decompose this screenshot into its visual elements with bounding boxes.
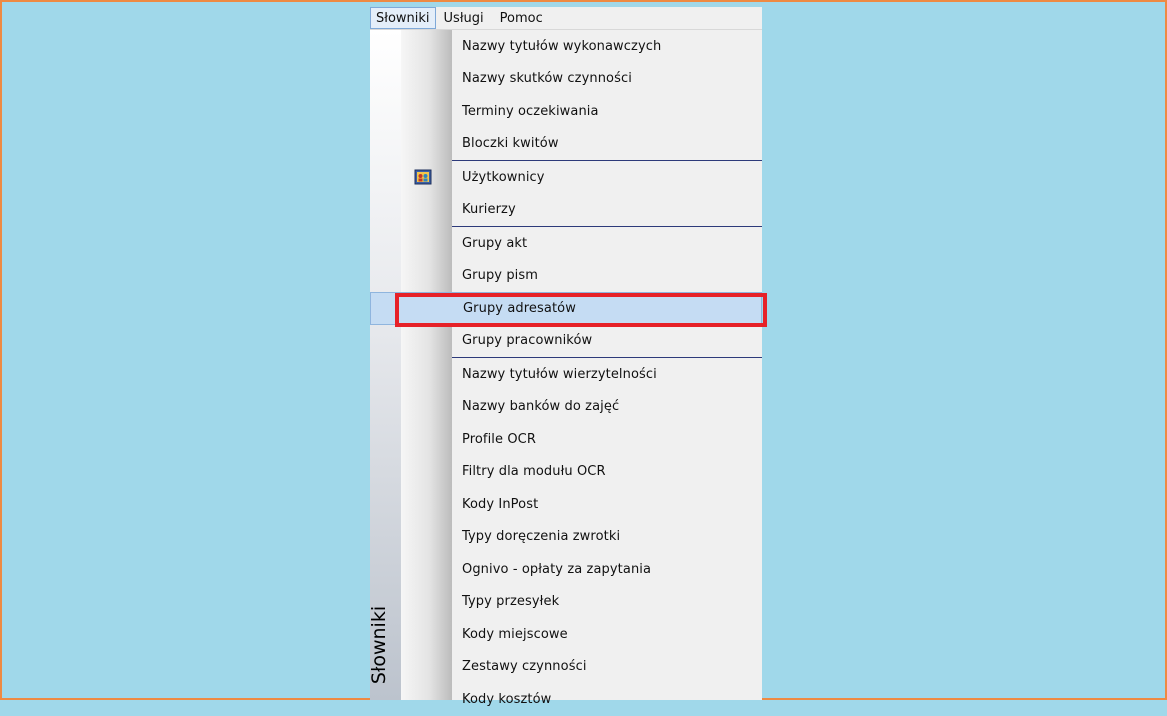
menu-item-terminy-oczekiwania[interactable]: Terminy oczekiwania (452, 95, 762, 128)
menu-item-label: Grupy pism (462, 268, 539, 284)
menu-item-nazwy-skutkow-czynnosci[interactable]: Nazwy skutków czynności (452, 63, 762, 96)
side-band-label-wrap: Słowniki (368, 596, 398, 696)
menu-item-label: Typy przesyłek (462, 594, 560, 610)
menu-bar: Słowniki Usługi Pomoc (370, 7, 762, 30)
menu-item-label: Filtry dla modułu OCR (462, 464, 606, 480)
dropdown-side-band: Słowniki (368, 30, 401, 700)
menu-item-label: Kurierzy (462, 202, 516, 218)
menu-item-label: Użytkownicy (462, 169, 545, 185)
menu-item-zestawy-czynnosci[interactable]: Zestawy czynności (452, 651, 762, 684)
menu-item-nazwy-tytulow-wierzytelnosci[interactable]: Nazwy tytułów wierzytelności (452, 358, 762, 391)
menu-item-label: Nazwy tytułów wierzytelności (462, 366, 657, 382)
menu-item-kurierzy[interactable]: Kurierzy (452, 194, 762, 227)
menu-item-uzytkownicy[interactable]: Użytkownicy (414, 161, 762, 194)
menu-item-kody-inpost[interactable]: Kody InPost (452, 488, 762, 521)
menu-item-typy-przesylek[interactable]: Typy przesyłek (452, 586, 762, 619)
menu-item-label: Kody InPost (462, 496, 539, 512)
menu-item-label: Grupy akt (462, 235, 528, 251)
menu-item-label: Terminy oczekiwania (462, 103, 599, 119)
menu-item-label: Grupy adresatów (463, 300, 576, 316)
menu-item-label: Nazwy skutków czynności (462, 71, 632, 87)
menu-item-filtry-dla-modulu-ocr[interactable]: Filtry dla modułu OCR (452, 456, 762, 489)
menu-slowniki[interactable]: Słowniki (370, 7, 436, 29)
side-band-label: Słowniki (368, 605, 391, 685)
menu-item-grupy-adresatow[interactable]: Grupy adresatów (370, 292, 762, 325)
users-icon (414, 169, 432, 185)
menu-item-label: Profile OCR (462, 431, 536, 447)
menu-item-kody-miejscowe[interactable]: Kody miejscowe (452, 618, 762, 651)
menu-item-nazwy-tytulow-wykonawczych[interactable]: Nazwy tytułów wykonawczych (452, 30, 762, 63)
menu-item-label: Zestawy czynności (462, 659, 587, 675)
menu-item-profile-ocr[interactable]: Profile OCR (452, 423, 762, 456)
menu-item-label: Ognivo - opłaty za zapytania (462, 561, 652, 577)
dropdown-items: Nazwy tytułów wykonawczych Nazwy skutków … (370, 30, 762, 716)
menu-item-grupy-akt[interactable]: Grupy akt (452, 227, 762, 260)
menu-item-typy-doreczenia-zwrotki[interactable]: Typy doręczenia zwrotki (452, 521, 762, 554)
menu-item-ognivo-oplaty-za-zapytania[interactable]: Ognivo - opłaty za zapytania (452, 553, 762, 586)
menu-item-grupy-pracownikow[interactable]: Grupy pracowników (452, 325, 762, 358)
menu-item-label: Bloczki kwitów (462, 136, 559, 152)
menu-item-label: Kody miejscowe (462, 626, 568, 642)
menu-item-label: Typy doręczenia zwrotki (462, 529, 621, 545)
menu-item-label: Grupy pracowników (462, 333, 593, 349)
menu-item-label: Nazwy banków do zajęć (462, 399, 620, 415)
menu-item-nazwy-bankow-do-zajec[interactable]: Nazwy banków do zajęć (452, 391, 762, 424)
menu-pomoc[interactable]: Pomoc (492, 7, 551, 29)
menu-item-grupy-pism[interactable]: Grupy pism (452, 260, 762, 293)
menu-uslugi[interactable]: Usługi (436, 7, 492, 29)
menu-item-bloczki-kwitow[interactable]: Bloczki kwitów (452, 128, 762, 161)
menu-item-label: Nazwy tytułów wykonawczych (462, 38, 662, 54)
menu-item-label: Kody kosztów (462, 691, 552, 707)
dropdown-menu-slowniki: Słowniki Nazwy tytułów wykonawczych Nazwy… (368, 30, 762, 707)
dropdown-icon-column (401, 30, 452, 700)
menu-item-kody-kosztow[interactable]: Kody kosztów (452, 683, 762, 716)
